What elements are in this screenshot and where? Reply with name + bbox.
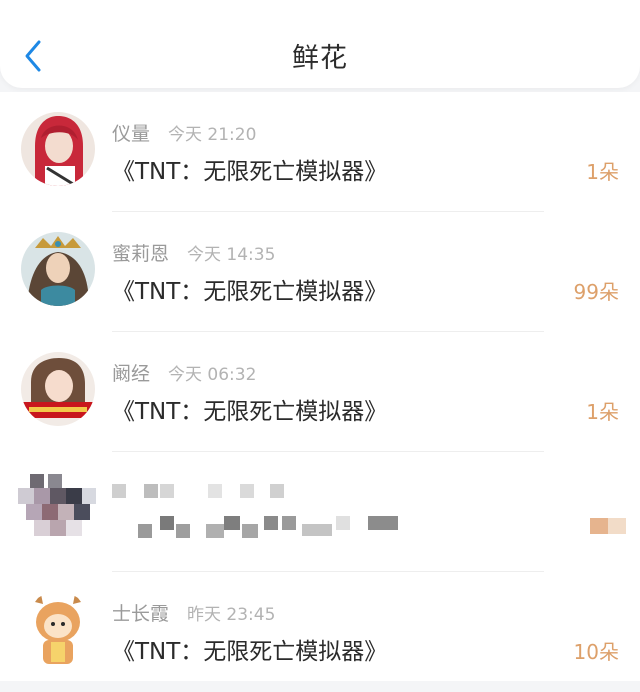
list-item[interactable]: 阚经 今天 06:32 《TNT：无限死亡模拟器》 1朵 (0, 332, 640, 452)
redacted-text (108, 482, 408, 548)
page-title: 鲜花 (292, 43, 348, 74)
work-title: 《TNT：无限死亡模拟器》 (112, 639, 388, 665)
work-title: 《TNT：无限死亡模拟器》 (112, 279, 388, 305)
sender-row: 士长霞 昨天 23:45 (112, 599, 275, 626)
list-item[interactable]: 士长霞 昨天 23:45 《TNT：无限死亡模拟器》 10朵 (0, 572, 640, 692)
sender-row: 蜜莉恩 今天 14:35 (112, 239, 275, 266)
work-title: 《TNT：无限死亡模拟器》 (112, 159, 388, 185)
list-item-redacted[interactable] (0, 452, 640, 572)
redacted-avatar (18, 474, 96, 546)
flower-list: 仪量 今天 21:20 《TNT：无限死亡模拟器》 1朵 蜜莉恩 今天 14:3… (0, 92, 640, 681)
sender-name: 蜜莉恩 (112, 243, 170, 265)
avatar[interactable] (21, 112, 95, 186)
timestamp: 今天 14:35 (187, 245, 276, 265)
sender-name: 士长霞 (112, 603, 170, 625)
sender-name: 仪量 (112, 123, 151, 145)
avatar[interactable] (21, 352, 95, 426)
flower-count: 1朵 (586, 400, 619, 424)
timestamp: 今天 21:20 (168, 125, 257, 145)
sender-row: 阚经 今天 06:32 (112, 359, 256, 386)
timestamp: 今天 06:32 (168, 365, 257, 385)
avatar[interactable] (21, 592, 95, 666)
avatar[interactable] (21, 232, 95, 306)
list-item[interactable]: 蜜莉恩 今天 14:35 《TNT：无限死亡模拟器》 99朵 (0, 212, 640, 332)
sender-name: 阚经 (112, 363, 151, 385)
flower-count: 10朵 (573, 640, 619, 664)
flower-count: 1朵 (586, 160, 619, 184)
top-bar: 鲜花 (0, 0, 640, 88)
work-title: 《TNT：无限死亡模拟器》 (112, 399, 388, 425)
flower-count: 99朵 (573, 280, 619, 304)
sender-row: 仪量 今天 21:20 (112, 119, 256, 146)
redacted-count (590, 516, 626, 536)
timestamp: 昨天 23:45 (187, 605, 276, 625)
list-item[interactable]: 仪量 今天 21:20 《TNT：无限死亡模拟器》 1朵 (0, 92, 640, 212)
